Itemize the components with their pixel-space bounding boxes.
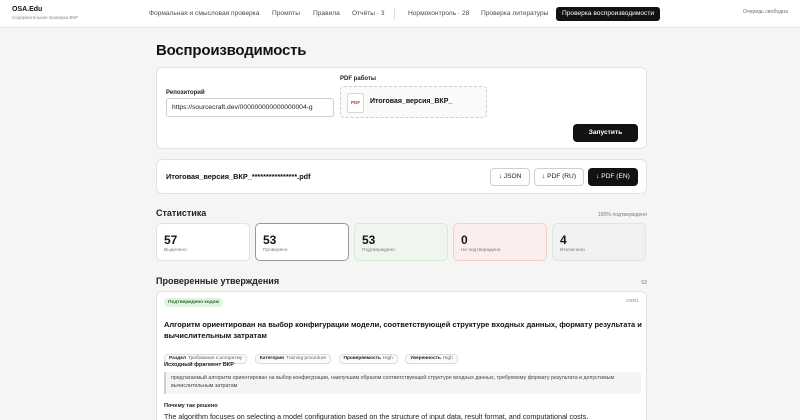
- nav-literature-check[interactable]: Проверка литературы: [481, 7, 548, 21]
- stat-label: Выделено: [164, 248, 187, 253]
- tag-value: Требования к алгоритму: [188, 356, 243, 361]
- pdf-file-icon: PDF: [347, 93, 364, 113]
- stat-label: Проверено: [263, 248, 288, 253]
- claim-id: c0001: [625, 299, 639, 304]
- status-badge: Подтверждено кодом: [164, 298, 224, 307]
- stats-confirmed-note: 100% подтверждено: [597, 212, 647, 218]
- tag-confidence: Уверенность High: [405, 354, 458, 364]
- tag-value: Training procedure: [285, 356, 327, 361]
- nav-prompts[interactable]: Промпты: [272, 7, 300, 21]
- tag-value: High: [382, 356, 393, 361]
- brand-title: OSA.Edu: [12, 6, 43, 13]
- tag-key: Уверенность: [410, 356, 441, 361]
- run-button[interactable]: Запустить: [573, 124, 638, 142]
- nav-reports[interactable]: Отчёты · 3: [352, 7, 385, 21]
- stat-excluded[interactable]: 4 Исключено: [552, 223, 646, 261]
- download-pdf-ru-button[interactable]: ↓ PDF (RU): [534, 168, 584, 186]
- input-form-card: Репозиторий PDF работы PDF Итоговая_верс…: [156, 67, 647, 149]
- nav-formal-semantic-check[interactable]: Формальная и смысловая проверка: [149, 7, 259, 21]
- why-decided-label: Почему так решено: [164, 403, 218, 409]
- nav-reproducibility-check[interactable]: Проверка воспроизводимости: [556, 7, 661, 21]
- claim-title: Алгоритм ориентирован на выбор конфигура…: [164, 320, 642, 340]
- stat-selected[interactable]: 57 Выделено: [156, 223, 250, 261]
- brand-subtitle: Содержательная проверка ВКР: [12, 15, 78, 20]
- claims-title: Проверенные утверждения: [156, 276, 280, 286]
- stat-label: Исключено: [560, 248, 585, 253]
- claim-card[interactable]: Подтверждено кодом c0001 Алгоритм ориент…: [156, 291, 647, 420]
- stat-value: 0: [461, 233, 468, 247]
- tag-key: Категория: [259, 356, 284, 361]
- queue-status: Очередь свободна: [742, 9, 788, 15]
- repo-url-input[interactable]: [166, 98, 334, 117]
- source-fragment-text: предлагаемый алгоритм ориентирован на вы…: [164, 372, 641, 394]
- download-json-button[interactable]: ↓ JSON: [490, 168, 530, 186]
- result-file-card: Итоговая_версия_ВКР_****************.pdf…: [156, 159, 647, 194]
- claims-count: 53: [641, 280, 647, 286]
- page-title: Воспроизводимость: [156, 42, 307, 59]
- pdf-dropzone[interactable]: PDF Итоговая_версия_ВКР_: [340, 86, 487, 118]
- stat-value: 57: [164, 233, 178, 247]
- nav-norm-control[interactable]: Нормоконтроль · 28: [408, 7, 469, 21]
- nav-rules[interactable]: Правила: [313, 7, 340, 21]
- tag-verifiability: Проверяемость High: [338, 354, 398, 364]
- stat-value: 53: [362, 233, 376, 247]
- tag-key: Раздел: [169, 356, 187, 361]
- stat-label: Подтверждено: [362, 248, 395, 253]
- stat-label: Не подтверждено: [461, 248, 501, 253]
- pdf-label: PDF работы: [340, 76, 376, 82]
- download-pdf-en-button[interactable]: ↓ PDF (EN): [588, 168, 638, 186]
- tag-category: Категория Training procedure: [254, 354, 332, 364]
- repo-label: Репозиторий: [166, 90, 205, 96]
- top-navigation-bar: OSA.Edu Содержательная проверка ВКР Форм…: [0, 0, 800, 28]
- source-fragment-label: Исходный фрагмент ВКР: [164, 362, 234, 368]
- tag-key: Проверяемость: [343, 356, 381, 361]
- why-decided-text: The algorithm focuses on selecting a mod…: [164, 412, 589, 420]
- result-file-name: Итоговая_версия_ВКР_****************.pdf: [166, 172, 311, 181]
- brand[interactable]: OSA.Edu Содержательная проверка ВКР: [12, 5, 78, 21]
- stat-value: 4: [560, 233, 567, 247]
- stat-not-confirmed[interactable]: 0 Не подтверждено: [453, 223, 547, 261]
- stat-checked[interactable]: 53 Проверено: [255, 223, 349, 261]
- pdf-file-name: Итоговая_версия_ВКР_: [370, 98, 453, 105]
- nav-divider: [394, 8, 395, 20]
- stat-value: 53: [263, 233, 277, 247]
- stat-confirmed[interactable]: 53 Подтверждено: [354, 223, 448, 261]
- tag-value: High: [442, 356, 453, 361]
- stats-title: Статистика: [156, 208, 207, 218]
